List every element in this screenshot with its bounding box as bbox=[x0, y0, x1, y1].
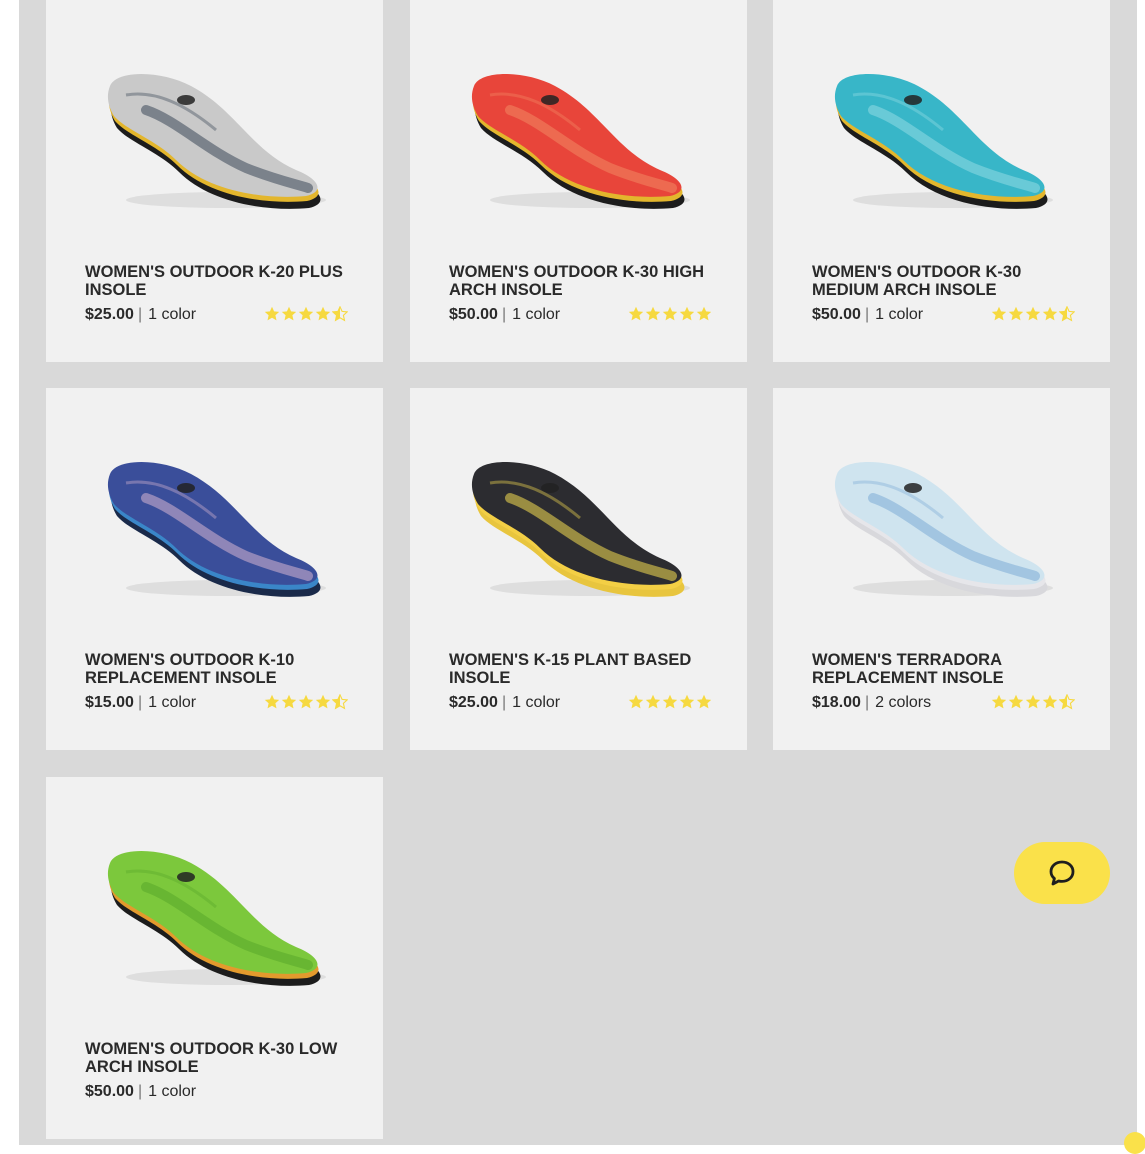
star-full-icon bbox=[1025, 694, 1041, 709]
star-full-icon bbox=[696, 306, 712, 321]
star-full-icon bbox=[696, 694, 712, 709]
product-title[interactable]: WOMEN'S OUTDOOR K-20 PLUS INSOLE bbox=[85, 263, 355, 299]
star-rating bbox=[991, 306, 1075, 324]
color-count: 1 color bbox=[148, 694, 197, 711]
color-count: 1 color bbox=[875, 306, 924, 323]
star-full-icon bbox=[1025, 306, 1041, 321]
color-count: 1 color bbox=[148, 1083, 197, 1100]
chat-button[interactable] bbox=[1014, 842, 1110, 904]
product-card[interactable]: WOMEN'S OUTDOOR K-30 LOW ARCH INSOLE $50… bbox=[46, 777, 383, 1139]
product-price: $25.00 bbox=[85, 306, 134, 323]
star-full-icon bbox=[315, 306, 331, 321]
product-card[interactable]: WOMEN'S OUTDOOR K-10 REPLACEMENT INSOLE … bbox=[46, 388, 383, 750]
star-full-icon bbox=[628, 306, 644, 321]
product-card[interactable]: WOMEN'S TERRADORA REPLACEMENT INSOLE $18… bbox=[773, 388, 1110, 750]
color-count: 2 colors bbox=[875, 694, 932, 711]
star-half-icon bbox=[332, 306, 348, 322]
product-price: $25.00 bbox=[449, 694, 498, 711]
product-title[interactable]: WOMEN'S OUTDOOR K-10 REPLACEMENT INSOLE bbox=[85, 651, 355, 687]
product-title[interactable]: WOMEN'S OUTDOOR K-30 LOW ARCH INSOLE bbox=[85, 1040, 355, 1076]
product-price: $50.00 bbox=[812, 306, 861, 323]
star-full-icon bbox=[662, 694, 678, 709]
product-title[interactable]: WOMEN'S OUTDOOR K-30 MEDIUM ARCH INSOLE bbox=[812, 263, 1082, 299]
star-half-icon bbox=[332, 694, 348, 710]
product-image[interactable] bbox=[813, 50, 1070, 240]
star-rating bbox=[991, 694, 1075, 712]
product-image[interactable] bbox=[86, 827, 343, 1017]
separator: | bbox=[501, 694, 507, 711]
star-full-icon bbox=[298, 306, 314, 321]
star-full-icon bbox=[264, 694, 280, 709]
star-full-icon bbox=[628, 694, 644, 709]
chat-bubble-icon bbox=[1049, 860, 1075, 886]
star-full-icon bbox=[679, 694, 695, 709]
product-image[interactable] bbox=[86, 438, 343, 628]
star-full-icon bbox=[645, 306, 661, 321]
star-rating bbox=[264, 306, 348, 324]
product-image[interactable] bbox=[450, 50, 707, 240]
separator: | bbox=[864, 694, 870, 711]
product-card[interactable]: WOMEN'S OUTDOOR K-30 MEDIUM ARCH INSOLE … bbox=[773, 0, 1110, 362]
product-image[interactable] bbox=[813, 438, 1070, 628]
product-card[interactable]: WOMEN'S OUTDOOR K-20 PLUS INSOLE $25.00 |… bbox=[46, 0, 383, 362]
star-half-icon bbox=[1059, 694, 1075, 710]
product-title[interactable]: WOMEN'S TERRADORA REPLACEMENT INSOLE bbox=[812, 651, 1082, 687]
star-full-icon bbox=[1042, 694, 1058, 709]
star-full-icon bbox=[281, 306, 297, 321]
product-image[interactable] bbox=[86, 50, 343, 240]
star-full-icon bbox=[645, 694, 661, 709]
star-rating bbox=[628, 694, 712, 712]
color-count: 1 color bbox=[512, 694, 561, 711]
color-count: 1 color bbox=[148, 306, 197, 323]
star-full-icon bbox=[1008, 306, 1024, 321]
star-rating bbox=[264, 694, 348, 712]
color-count: 1 color bbox=[512, 306, 561, 323]
separator: | bbox=[137, 306, 143, 323]
corner-accent bbox=[1124, 1132, 1145, 1154]
star-full-icon bbox=[1008, 694, 1024, 709]
separator: | bbox=[137, 1083, 143, 1100]
separator: | bbox=[501, 306, 507, 323]
product-title[interactable]: WOMEN'S OUTDOOR K-30 HIGH ARCH INSOLE bbox=[449, 263, 719, 299]
star-full-icon bbox=[1042, 306, 1058, 321]
star-half-icon bbox=[1059, 306, 1075, 322]
separator: | bbox=[864, 306, 870, 323]
product-image[interactable] bbox=[450, 438, 707, 628]
star-full-icon bbox=[991, 306, 1007, 321]
product-title[interactable]: WOMEN'S K-15 PLANT BASED INSOLE bbox=[449, 651, 719, 687]
product-price: $50.00 bbox=[449, 306, 498, 323]
product-card[interactable]: WOMEN'S K-15 PLANT BASED INSOLE $25.00 | 1… bbox=[410, 388, 747, 750]
star-rating bbox=[628, 306, 712, 324]
separator: | bbox=[137, 694, 143, 711]
star-full-icon bbox=[264, 306, 280, 321]
product-price: $18.00 bbox=[812, 694, 861, 711]
product-card[interactable]: WOMEN'S OUTDOOR K-30 HIGH ARCH INSOLE $5… bbox=[410, 0, 747, 362]
star-full-icon bbox=[315, 694, 331, 709]
star-full-icon bbox=[281, 694, 297, 709]
product-price: $50.00 bbox=[85, 1083, 134, 1100]
price-row: $50.00 | 1 color bbox=[85, 1083, 345, 1103]
star-full-icon bbox=[991, 694, 1007, 709]
product-price: $15.00 bbox=[85, 694, 134, 711]
star-full-icon bbox=[662, 306, 678, 321]
star-full-icon bbox=[298, 694, 314, 709]
star-full-icon bbox=[679, 306, 695, 321]
